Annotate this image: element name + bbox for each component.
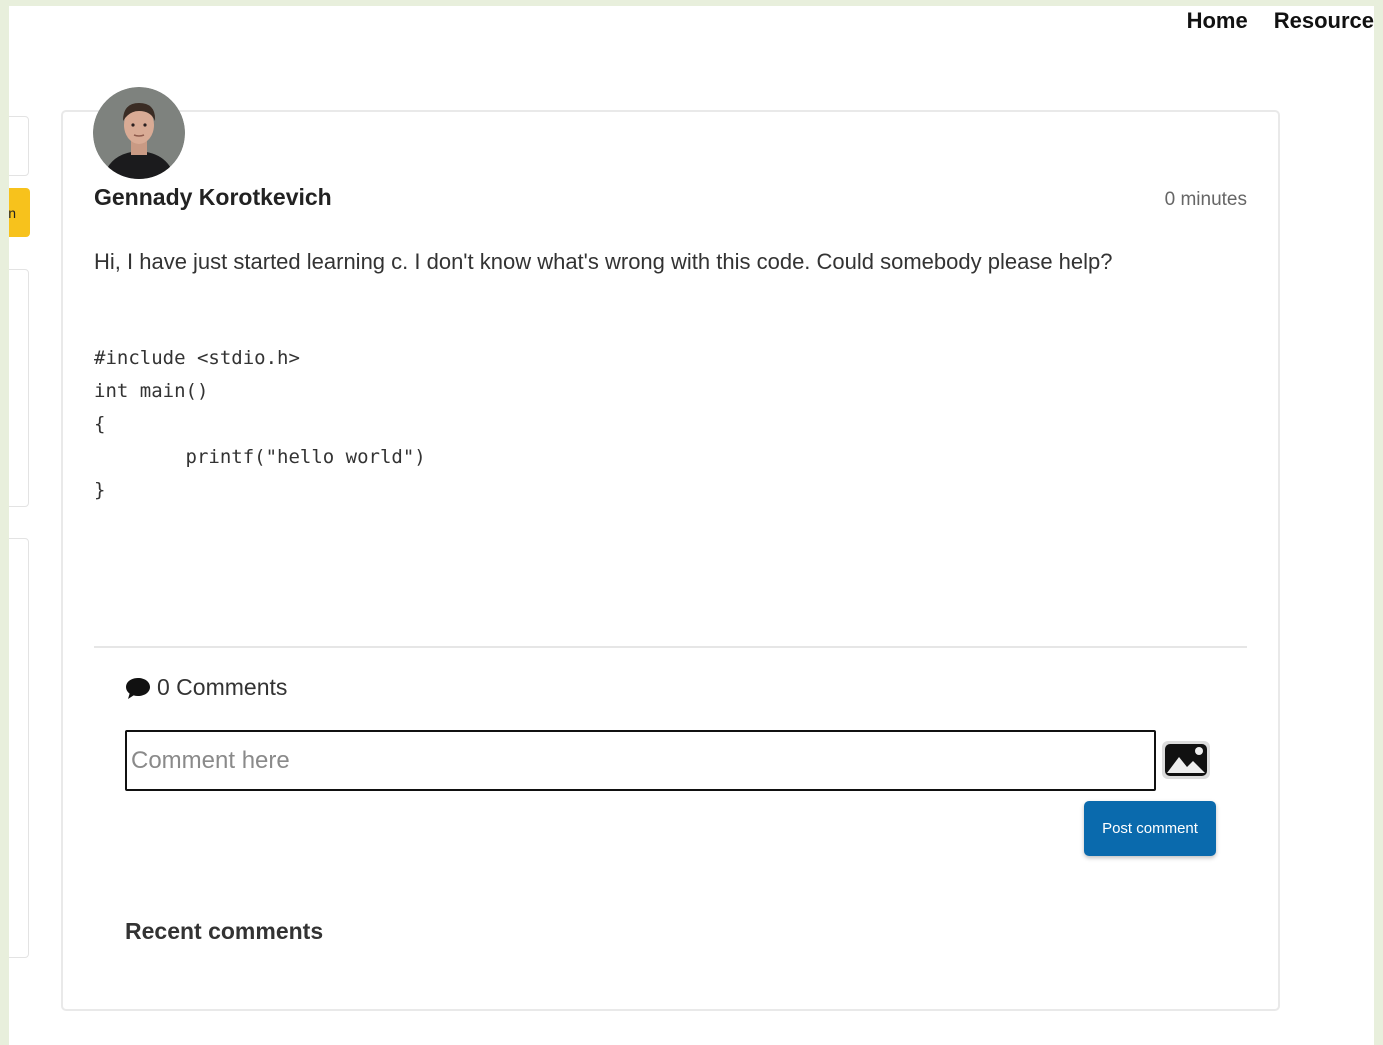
sidebar-button-label: n [9, 204, 16, 221]
post-body: Hi, I have just started learning c. I do… [94, 249, 1113, 274]
post-comment-button[interactable]: Post comment [1084, 801, 1216, 856]
sidebar-button[interactable]: n [9, 188, 30, 237]
post-time: 0 minutes [1164, 189, 1247, 210]
comments-count-label: 0 Comments [157, 674, 288, 700]
author-name[interactable]: Gennady Korotkevich [94, 184, 332, 211]
nav-resource-link[interactable]: Resource [1274, 8, 1374, 34]
speech-bubble-icon [126, 677, 150, 699]
sidebar-card-middle [9, 269, 29, 507]
sidebar-card-bottom [9, 538, 29, 958]
page-viewport: Home Resource n Gennady Korotkevich 0 mi… [9, 6, 1374, 1045]
nav-home-link[interactable]: Home [1187, 8, 1248, 34]
comments-count: 0 Comments [125, 674, 287, 701]
avatar[interactable] [93, 87, 185, 179]
sidebar-card-top [9, 116, 29, 176]
code-block: #include <stdio.h> int main() { printf("… [94, 347, 426, 501]
top-nav: Home Resource [1187, 6, 1374, 36]
comment-input[interactable] [125, 730, 1156, 791]
recent-comments-title: Recent comments [125, 918, 324, 944]
avatar-image [93, 87, 185, 179]
image-upload-icon[interactable] [1161, 740, 1211, 780]
divider [94, 646, 1247, 648]
